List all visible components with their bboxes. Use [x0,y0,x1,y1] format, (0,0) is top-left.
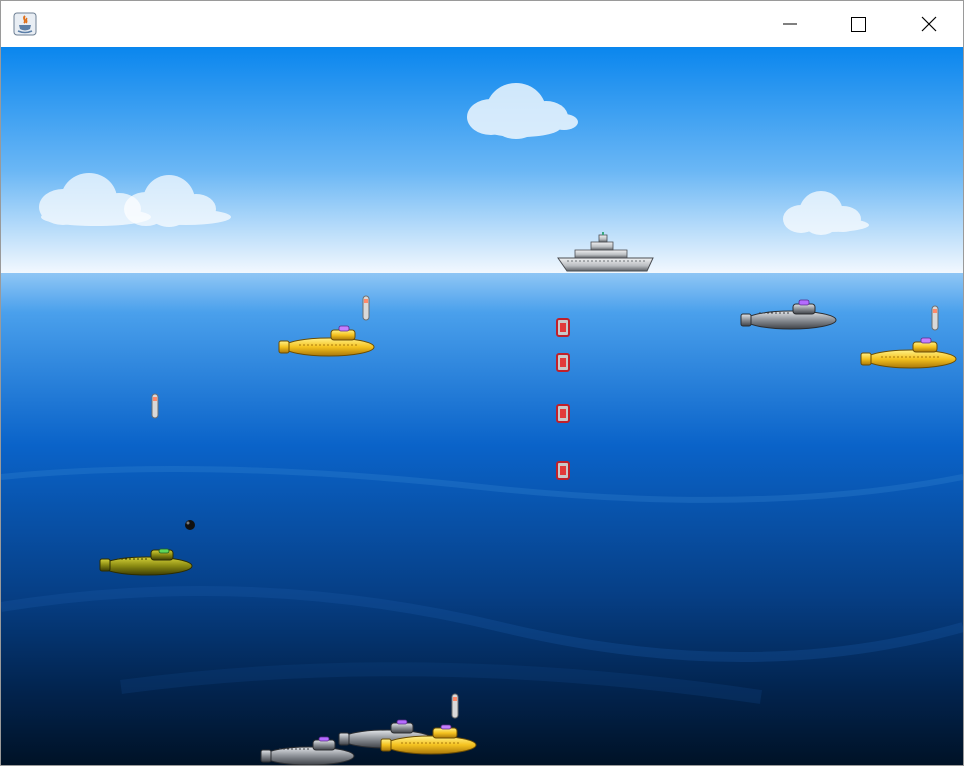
game-window [0,0,964,766]
torpedo-icon [931,305,939,331]
torpedo-icon [362,295,370,321]
close-icon [921,16,937,32]
game-scene [1,47,963,765]
game-canvas[interactable] [1,47,963,765]
mine-icon [185,520,195,530]
depth-charge-icon [556,318,570,337]
maximize-button[interactable] [823,1,893,47]
minimize-button[interactable] [755,1,825,47]
sea [1,273,963,765]
java-app-icon [13,12,37,36]
depth-charge-icon [556,404,570,423]
title-bar[interactable] [1,1,963,47]
depth-charge-icon [556,353,570,372]
close-button[interactable] [893,1,963,47]
sky [1,47,963,273]
maximize-icon [851,17,866,32]
torpedo-icon [151,393,159,419]
torpedo-icon [451,693,459,719]
depth-charge-icon [556,461,570,480]
minimize-icon [783,23,797,25]
